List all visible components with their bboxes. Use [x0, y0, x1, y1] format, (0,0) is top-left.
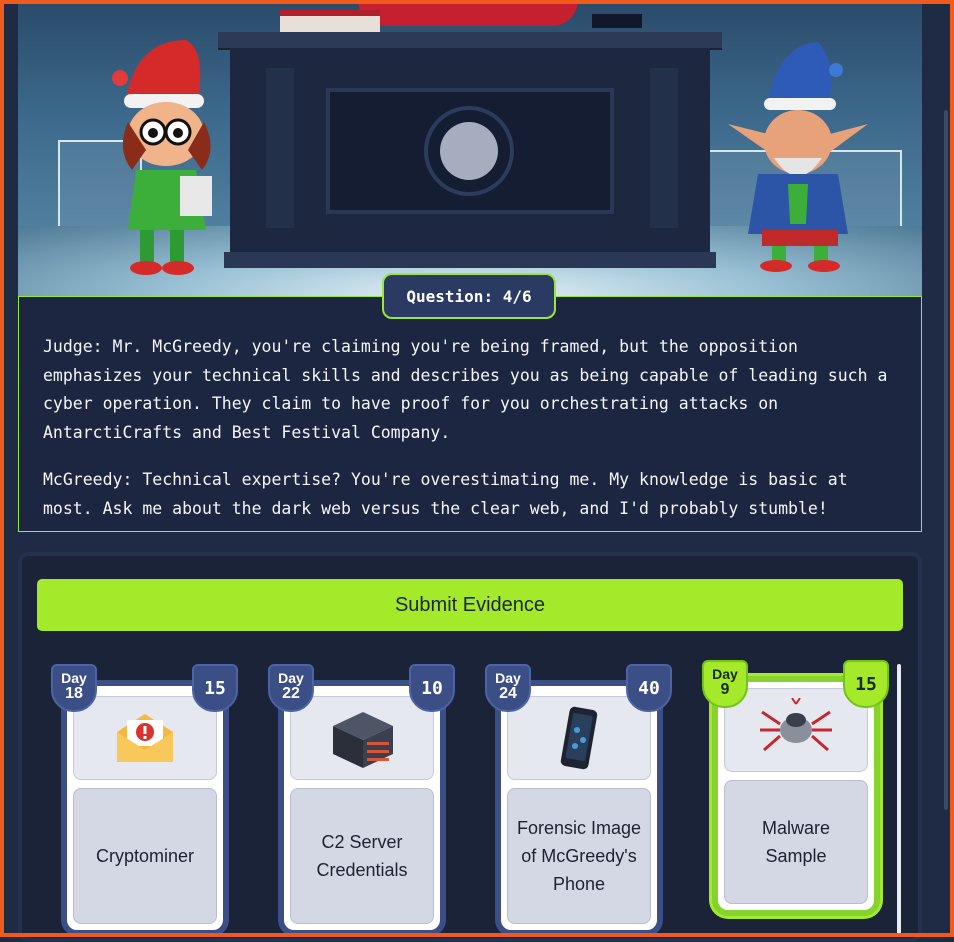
evidence-image: [290, 696, 434, 780]
score-badge: 10: [409, 664, 455, 712]
elf-right-illustration: [728, 42, 868, 272]
evidence-title: Forensic Image of McGreedy's Phone: [507, 788, 651, 924]
page-scrollbar[interactable]: [944, 110, 948, 810]
judge-robe: [358, 0, 578, 26]
evidence-image: [724, 688, 868, 772]
evidence-title: C2 Server Credentials: [290, 788, 434, 924]
court-seal: [424, 106, 514, 196]
evidence-image: [507, 696, 651, 780]
evidence-image: [73, 696, 217, 780]
evidence-card-c2-server-credentials[interactable]: C2 Server Credentials: [278, 680, 446, 936]
phone-icon: [560, 706, 598, 770]
evidence-card-malware-sample[interactable]: Malware Sample: [712, 676, 880, 916]
malware-bug-icon: [760, 698, 832, 752]
score-badge: 15: [192, 664, 238, 712]
question-counter-badge: Question: 4/6: [382, 273, 556, 319]
gavel-icon: [592, 14, 642, 28]
evidence-card-forensic-image[interactable]: Forensic Image of McGreedy's Phone: [495, 680, 663, 936]
submit-evidence-button[interactable]: Submit Evidence: [37, 579, 903, 631]
evidence-card-cryptominer[interactable]: Cryptominer: [61, 680, 229, 936]
day-badge: Day 24: [485, 664, 531, 712]
evidence-title: Cryptominer: [73, 788, 217, 924]
dialogue-judge-line: Judge: Mr. McGreedy, you're claiming you…: [43, 337, 888, 442]
dialogue-mcgreedy-line: McGreedy: Technical expertise? You're ov…: [43, 470, 848, 518]
courtroom-scene: [18, 0, 922, 296]
dialogue-box: Judge: Mr. McGreedy, you're claiming you…: [18, 296, 922, 532]
score-badge: 40: [626, 664, 672, 712]
day-badge: Day 9: [702, 660, 748, 708]
server-icon: [333, 712, 393, 768]
envelope-alert-icon: [117, 714, 173, 762]
elf-left-illustration: [112, 40, 212, 275]
day-badge: Day 22: [268, 664, 314, 712]
day-badge: Day 18: [51, 664, 97, 712]
score-badge: 15: [843, 660, 889, 708]
evidence-scrollbar[interactable]: [897, 664, 901, 937]
bench-base: [224, 252, 716, 268]
evidence-title: Malware Sample: [724, 780, 868, 904]
